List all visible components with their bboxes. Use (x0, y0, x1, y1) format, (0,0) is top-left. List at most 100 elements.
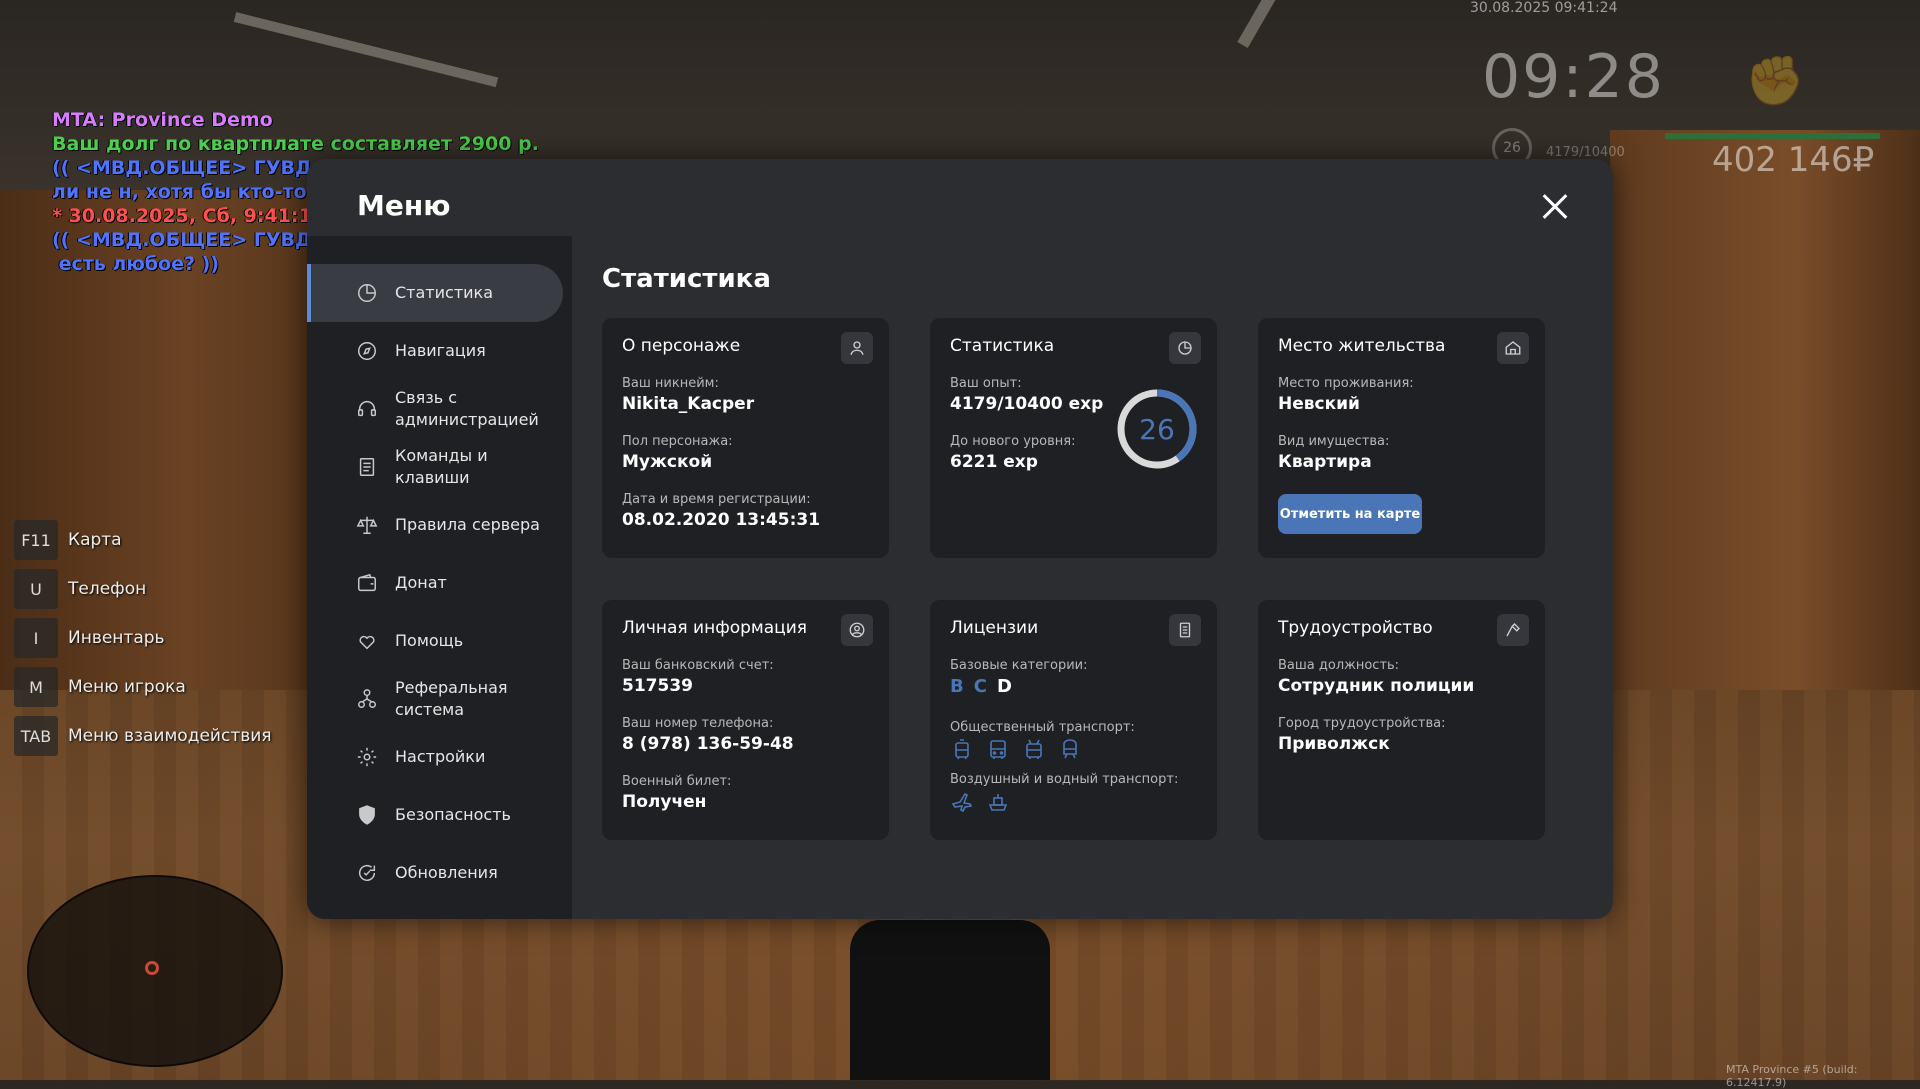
gender-label: Пол персонажа: (622, 434, 733, 449)
nav-item-navigation[interactable]: Навигация (307, 322, 563, 380)
close-button[interactable] (1537, 189, 1573, 225)
keybind-phone: U Телефон (14, 569, 272, 609)
nav-item-admin-contact[interactable]: Связь с администрацией (307, 380, 563, 438)
bank-account-value: 517539 (622, 676, 693, 696)
military-id-label: Военный билет: (622, 774, 732, 789)
nick-label: Ваш никнейм: (622, 376, 719, 391)
residence-place-label: Место проживания: (1278, 376, 1414, 391)
refresh-icon (355, 861, 379, 885)
user-circle-icon (841, 614, 873, 646)
nav-label: Связь с администрацией (395, 388, 539, 429)
nav-item-donate[interactable]: Донат (307, 554, 563, 612)
nav-item-settings[interactable]: Настройки (307, 728, 563, 786)
license-category: D (996, 676, 1012, 697)
user-icon (841, 332, 873, 364)
key-label: Меню игрока (68, 677, 186, 697)
nav-item-security[interactable]: Безопасность (307, 786, 563, 844)
player-character (850, 920, 1050, 1080)
nav-item-updates[interactable]: Обновления (307, 844, 563, 902)
key-label: Телефон (68, 579, 147, 599)
key-cap: TAB (14, 716, 58, 756)
train-icon (1063, 739, 1077, 759)
scales-icon (355, 513, 379, 537)
work-city-label: Город трудоустройства: (1278, 716, 1446, 731)
helping-hand-icon (355, 629, 379, 653)
license-category: B (950, 676, 964, 697)
nav-label: Реферальная система (395, 678, 508, 719)
card-employment: Трудоустройство Ваша должность: Сотрудни… (1258, 600, 1545, 840)
gender-value: Мужской (622, 452, 713, 472)
compass-icon (355, 339, 379, 363)
card-title: О персонаже (622, 336, 741, 356)
trolleybus-icon (1026, 739, 1042, 759)
card-statistics: Статистика Ваш опыт: 4179/10400 exp До н… (930, 318, 1217, 558)
modal-header: Меню (307, 159, 1613, 236)
nav-label: Статистика (395, 283, 493, 302)
nav-label: Настройки (395, 747, 486, 766)
card-title: Место жительства (1278, 336, 1446, 356)
residence-place-value: Невский (1278, 394, 1360, 414)
hud-exp: 4179/10400 (1546, 145, 1625, 160)
card-residence: Место жительства Место проживания: Невск… (1258, 318, 1545, 558)
nav-label: Обновления (395, 863, 498, 882)
menu-content: Статистика О персонаже Ваш никнейм: Niki… (572, 236, 1613, 919)
menu-sidebar: Статистика Навигация Связь с администрац… (307, 236, 572, 919)
property-type-label: Вид имущества: (1278, 434, 1390, 449)
card-title: Статистика (950, 336, 1055, 356)
license-categories: B C D (950, 676, 1022, 697)
airplane-icon (951, 792, 973, 813)
hud-clock: 09:28 (1482, 42, 1665, 112)
pie-chart-icon (1169, 332, 1201, 364)
registration-label: Дата и время регистрации: (622, 492, 811, 507)
card-personal-info: Личная информация Ваш банковский счет: 5… (602, 600, 889, 840)
bank-account-label: Ваш банковский счет: (622, 658, 774, 673)
bus-icon (990, 740, 1006, 759)
card-character: О персонаже Ваш никнейм: Nikita_Kacper П… (602, 318, 889, 558)
phone-label: Ваш номер телефона: (622, 716, 774, 731)
license-category: C (973, 676, 987, 697)
key-cap: I (14, 618, 58, 658)
card-title: Личная информация (622, 618, 808, 638)
position-label: Ваша должность: (1278, 658, 1400, 673)
modal-title: Меню (357, 189, 451, 222)
tram-icon (955, 739, 969, 760)
wallet-icon (355, 571, 379, 595)
position-value: Сотрудник полиции (1278, 676, 1475, 696)
keybind-player-menu: M Меню игрока (14, 667, 272, 707)
card-title: Лицензии (950, 618, 1039, 638)
shield-icon (355, 803, 379, 827)
air-water-transport-label: Воздушный и водный транспорт: (950, 772, 1179, 787)
mark-on-map-button[interactable]: Отметить на карте (1278, 494, 1422, 534)
hammer-icon (1497, 614, 1529, 646)
exp-value: 4179/10400 exp (950, 394, 1104, 414)
section-title: Статистика (602, 264, 771, 294)
key-label: Инвентарь (68, 628, 165, 648)
nav-item-referral[interactable]: Реферальная система (307, 670, 563, 728)
menu-modal: Меню Статистика Навигация Связь с админи… (307, 159, 1613, 919)
gear-icon (355, 745, 379, 769)
keybind-hints: F11 Карта U Телефон I Инвентарь M Меню и… (14, 520, 272, 765)
key-cap: F11 (14, 520, 58, 560)
nav-item-server-rules[interactable]: Правила сервера (307, 496, 563, 554)
nav-label: Команды и клавиши (395, 446, 488, 487)
nav-item-statistics[interactable]: Статистика (307, 264, 563, 322)
keybind-map: F11 Карта (14, 520, 272, 560)
base-categories-label: Базовые категории: (950, 658, 1088, 673)
nav-label: Навигация (395, 341, 486, 360)
nav-item-commands[interactable]: Команды и клавиши (307, 438, 563, 496)
nav-item-help[interactable]: Помощь (307, 612, 563, 670)
nick-value: Nikita_Kacper (622, 394, 755, 414)
next-level-label: До нового уровня: (950, 434, 1076, 449)
chat-line: Ваш долг по квартплате составляет 2900 р… (52, 133, 539, 155)
nav-label: Помощь (395, 631, 464, 650)
pie-chart-icon (355, 281, 379, 305)
keybind-interaction-menu: TAB Меню взаимодействия (14, 716, 272, 756)
card-title: Трудоустройство (1278, 618, 1433, 638)
level-number: 26 (1139, 413, 1175, 446)
key-label: Карта (68, 530, 122, 550)
chat-line: MTA: Province Demo (52, 109, 273, 131)
nav-label: Правила сервера (395, 515, 540, 534)
level-ring: 26 (1117, 389, 1197, 469)
hud-datetime: 30.08.2025 09:41:24 (1470, 0, 1618, 16)
referral-icon (355, 687, 379, 711)
